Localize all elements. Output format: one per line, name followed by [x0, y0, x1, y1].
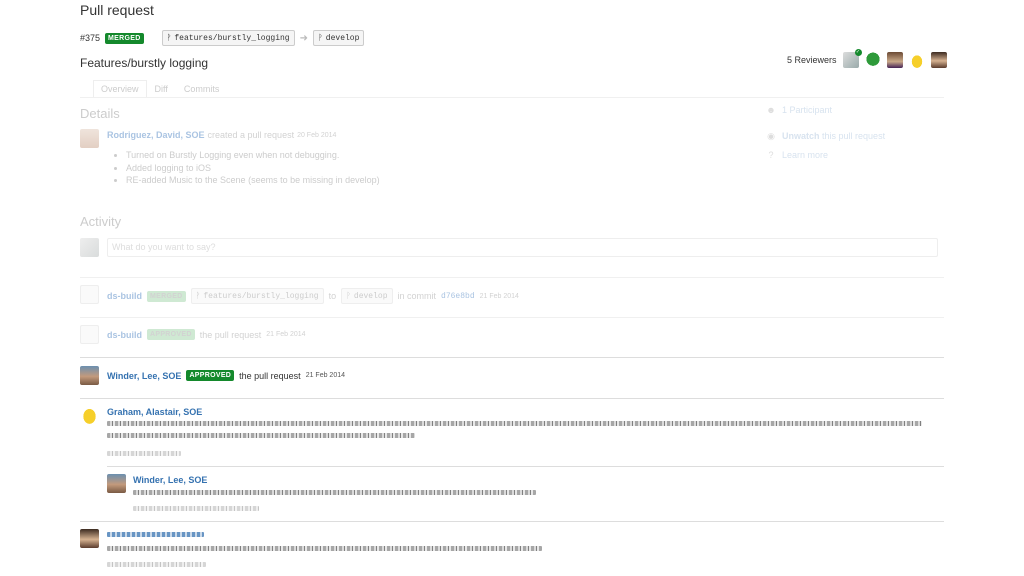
merge-user[interactable]: ds-build — [107, 291, 142, 301]
reply-author[interactable]: Winder, Lee, SOE — [133, 475, 207, 485]
created-text: created a pull request — [207, 130, 295, 140]
comment-body — [107, 421, 927, 438]
blurred-text — [107, 433, 415, 438]
approve-date-2: 21 Feb 2014 — [305, 372, 345, 379]
merge-target-label: develop — [353, 291, 388, 301]
learn-more-link[interactable]: ? Learn more — [766, 150, 828, 160]
ds-build-avatar — [80, 285, 99, 304]
source-branch[interactable]: ᚹ features/burstly_logging — [161, 30, 295, 46]
approve-date-1: 21 Feb 2014 — [266, 331, 306, 338]
merge-in-commit: in commit — [397, 291, 437, 301]
activity-divider — [80, 521, 944, 522]
arrow-right-icon: ➜ — [299, 32, 308, 44]
approve-event-1: ds-build APPROVED the pull request 21 Fe… — [107, 329, 306, 340]
target-branch[interactable]: ᚹ develop — [312, 30, 365, 46]
target-branch-label: develop — [325, 33, 360, 43]
blurred-text — [107, 421, 922, 426]
unwatch-bold: Unwatch — [782, 131, 820, 141]
learn-more-label: Learn more — [782, 150, 829, 160]
description-item: Turned on Burstly Logging even when not … — [126, 149, 380, 162]
merge-target-branch[interactable]: ᚹ develop — [341, 288, 393, 304]
unwatch-rest: this pull request — [822, 131, 886, 141]
activity-divider — [80, 398, 944, 399]
details-heading: Details — [80, 106, 120, 121]
graham-avatar[interactable] — [80, 405, 99, 424]
merge-source-label: features/burstly_logging — [203, 291, 319, 301]
branch-icon: ᚹ — [195, 291, 201, 301]
ds-build-avatar — [80, 325, 99, 344]
winder-avatar[interactable] — [107, 474, 126, 493]
tab-commits[interactable]: Commits — [176, 80, 228, 98]
reviewer-avatar[interactable] — [908, 52, 925, 68]
blurred-author[interactable] — [107, 532, 204, 537]
source-branch-label: features/burstly_logging — [174, 33, 290, 43]
merged-badge-pale: MERGED — [147, 290, 186, 302]
author-link[interactable]: Rodriguez, David, SOE — [107, 130, 205, 141]
merge-source-branch[interactable]: ᚹ features/burstly_logging — [190, 288, 324, 304]
activity-divider — [80, 277, 944, 278]
reply-body — [133, 490, 536, 495]
approve-user-1[interactable]: ds-build — [107, 330, 142, 340]
author-avatar[interactable] — [80, 129, 99, 148]
approved-check-icon: ✓ — [854, 49, 862, 56]
approve-text-2: the pull request — [239, 370, 301, 381]
reviewer-avatar[interactable]: ✓ — [842, 49, 862, 68]
commit-link[interactable]: d76e8bd — [441, 292, 475, 301]
approve-event-2: Winder, Lee, SOE APPROVED the pull reque… — [107, 370, 345, 381]
branch-icon: ᚹ — [166, 33, 172, 43]
help-circle-icon: ? — [768, 150, 774, 160]
pr-number: #375 — [80, 33, 101, 43]
created-date: 20 Feb 2014 — [297, 132, 337, 139]
approve-user-2[interactable]: Winder, Lee, SOE — [107, 371, 181, 381]
activity-divider — [80, 317, 944, 318]
pr-title: Features/burstly logging — [80, 56, 209, 70]
merge-to: to — [328, 291, 337, 301]
tabs-divider — [80, 97, 944, 98]
commenter-avatar[interactable] — [80, 529, 99, 548]
comment-actions — [107, 562, 206, 567]
activity-heading: Activity — [80, 214, 122, 229]
approve-text-1: the pull request — [199, 329, 262, 340]
description-list: Turned on Burstly Logging even when not … — [108, 149, 380, 187]
reviewers-label: 5 Reviewers — [787, 55, 837, 65]
merge-event: ds-build MERGED ᚹ features/burstly_loggin… — [107, 288, 519, 304]
activity-divider — [80, 357, 944, 358]
page-title: Pull request — [80, 2, 154, 18]
approved-badge-pale: APPROVED — [147, 329, 195, 340]
details-line: Rodriguez, David, SOE created a pull req… — [107, 130, 336, 141]
reply-divider — [107, 466, 944, 467]
pr-tabs: Overview Diff Commits — [93, 80, 227, 98]
reviewer-avatar[interactable] — [930, 52, 947, 68]
participants-label: 1 Participant — [782, 105, 833, 115]
reviewers[interactable]: 5 Reviewers ✓ — [787, 49, 947, 68]
description-item: Added logging to iOS — [126, 162, 380, 175]
merged-badge: MERGED — [105, 32, 144, 44]
tab-overview[interactable]: Overview — [93, 80, 147, 98]
reviewer-avatar[interactable] — [864, 52, 881, 68]
approved-badge: APPROVED — [186, 370, 235, 381]
blurred-text — [107, 546, 542, 551]
comment-actions — [107, 451, 181, 456]
pr-meta: #375 MERGED ᚹ features/burstly_logging ➜… — [80, 30, 365, 46]
branch-icon: ᚹ — [317, 33, 323, 43]
winder-avatar[interactable] — [80, 366, 99, 385]
reply-actions — [133, 506, 259, 511]
unwatch-link[interactable]: ◉ Unwatch this pull request — [766, 131, 885, 141]
comment-input[interactable]: What do you want to say? — [107, 238, 938, 257]
comment-author[interactable]: Graham, Alastair, SOE — [107, 407, 202, 417]
reviewer-avatar[interactable] — [886, 52, 903, 68]
participants[interactable]: ☻ 1 Participant — [766, 105, 832, 115]
tab-diff[interactable]: Diff — [147, 80, 176, 98]
person-icon: ☻ — [766, 105, 776, 115]
branch-icon: ᚹ — [346, 291, 351, 301]
merge-date: 21 Feb 2014 — [479, 292, 519, 300]
my-avatar — [80, 238, 99, 257]
description-item: RE-added Music to the Scene (seems to be… — [126, 174, 380, 187]
eye-icon: ◉ — [767, 131, 775, 141]
